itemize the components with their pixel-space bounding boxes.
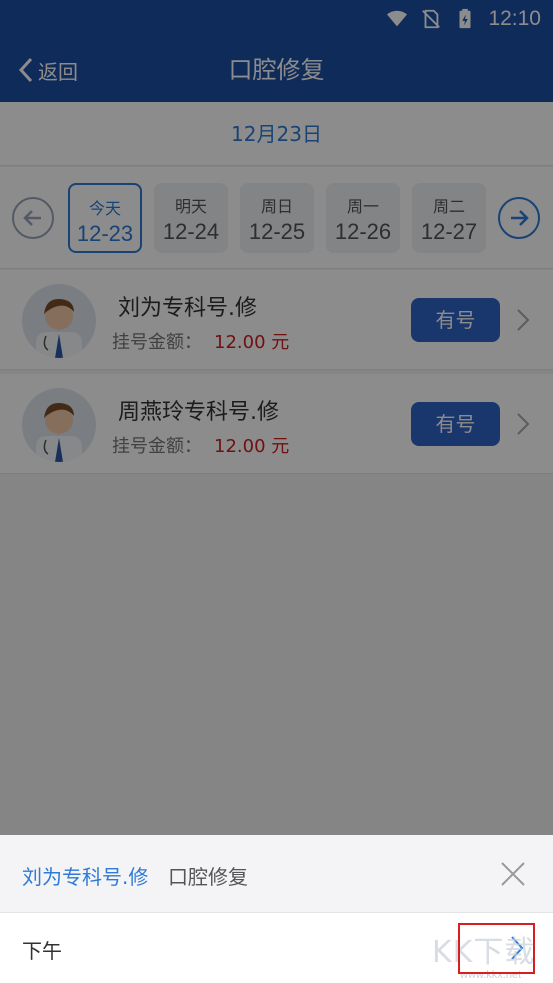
sheet-department: 口腔修复 [168,865,248,889]
close-icon[interactable] [500,861,526,887]
period-label: 下午 [22,939,62,963]
sheet-header: 刘为专科号.修 口腔修复 [0,835,553,913]
modal-overlay[interactable] [0,0,553,835]
sheet-doctor-name: 刘为专科号.修 [22,865,149,889]
highlight-box [458,923,535,974]
